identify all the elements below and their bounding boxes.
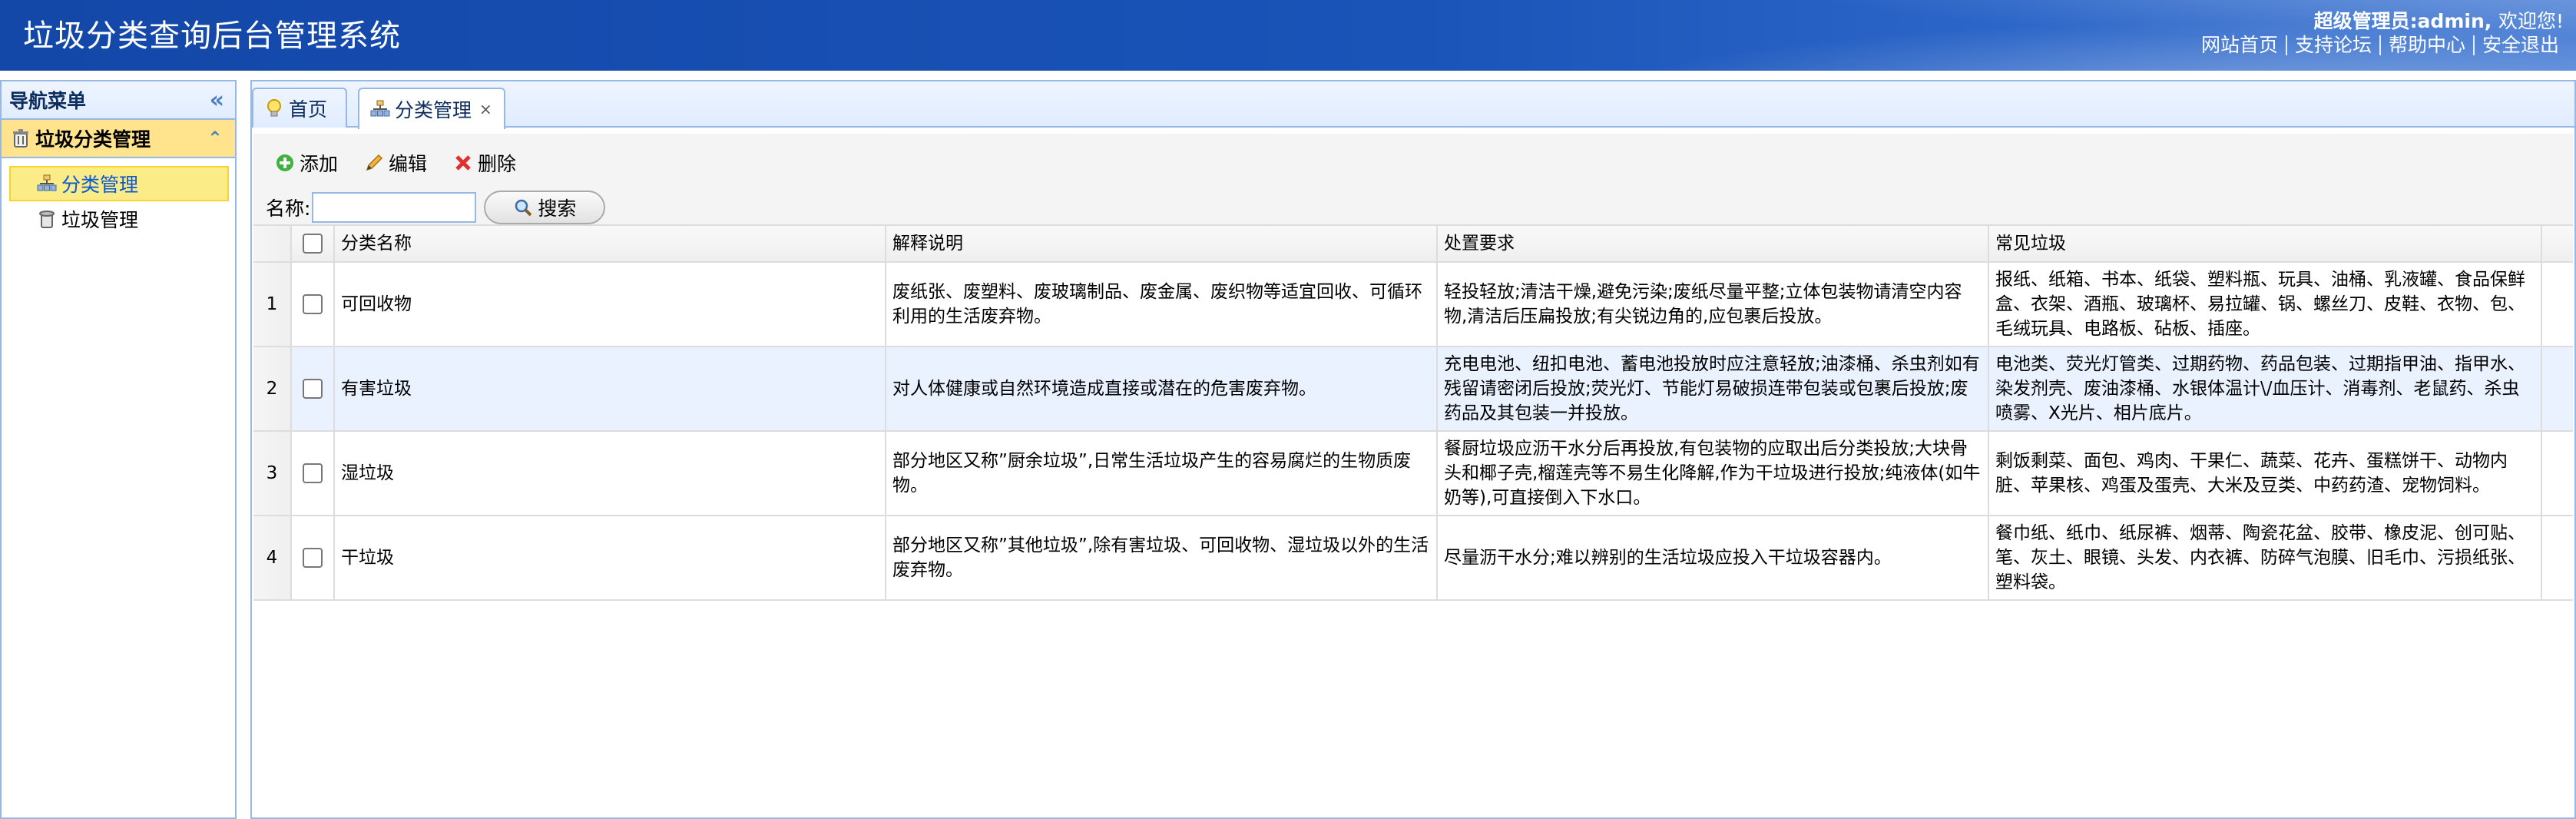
delete-label: 删除	[478, 153, 517, 175]
table-row[interactable]: 1 可回收物 废纸张、废塑料、废玻璃制品、废金属、废织物等适宜回收、可循环利用的…	[253, 263, 2573, 347]
cell-name: 湿垃圾	[335, 432, 886, 515]
nav-tree: 分类管理 垃圾管理	[2, 158, 235, 237]
column-header-description[interactable]: 解释说明	[886, 226, 1438, 261]
user-role: 超级管理员:admin,	[2313, 10, 2492, 32]
tab-category-management[interactable]: 分类管理 ×	[358, 88, 505, 129]
search-label: 搜索	[538, 197, 577, 220]
help-link[interactable]: 帮助中心	[2379, 35, 2473, 55]
cell-common: 报纸、纸箱、书本、纸袋、塑料瓶、玩具、油桶、乳液罐、食品保鲜盒、衣架、酒瓶、玻璃…	[1989, 263, 2542, 346]
edit-button[interactable]: 编辑	[364, 149, 427, 177]
pencil-icon	[364, 153, 384, 173]
cell-description: 废纸张、废塑料、废玻璃制品、废金属、废织物等适宜回收、可循环利用的生活废弃物。	[886, 263, 1438, 346]
row-number: 1	[253, 263, 292, 346]
sidebar-item-label: 分类管理	[61, 174, 139, 196]
name-search-input[interactable]	[312, 192, 477, 223]
nav-sidebar: 导航菜单 « 垃圾分类管理 ⌃ 分类管理 垃圾管理	[0, 80, 237, 819]
row-checkbox-cell	[292, 432, 335, 515]
column-header-requirement[interactable]: 处置要求	[1438, 226, 1989, 261]
row-number: 2	[253, 347, 292, 430]
row-checkbox[interactable]	[303, 379, 323, 399]
cell-name: 干垃圾	[335, 516, 886, 599]
sidebar-item-category[interactable]: 分类管理	[9, 166, 229, 201]
category-grid: 分类名称 解释说明 处置要求 常见垃圾 1 可回收物 废纸张、废塑料、废玻璃制品…	[253, 226, 2573, 601]
tab-label: 首页	[289, 98, 328, 121]
row-checkbox-cell	[292, 347, 335, 430]
cell-common: 电池类、荧光灯管类、过期药物、药品包装、过期指甲油、指甲水、染发剂壳、废油漆桶、…	[1989, 347, 2542, 430]
add-icon	[275, 153, 295, 173]
main-panel: 首页 分类管理 × 添加 编辑 删除 名称: 搜索 分类名称 解释说明 处置要求…	[250, 80, 2576, 819]
column-header-common[interactable]: 常见垃圾	[1989, 226, 2542, 261]
logout-link[interactable]: 安全退出	[2472, 35, 2567, 55]
cell-description: 部分地区又称”厨余垃圾”,日常生活垃圾产生的容易腐烂的生物质废物。	[886, 432, 1438, 515]
app-header: 垃圾分类查询后台管理系统 超级管理员:admin, 欢迎您! 网站首页 支持论坛…	[0, 0, 2576, 71]
delete-button[interactable]: 删除	[453, 149, 516, 177]
welcome-text: 欢迎您!	[2498, 10, 2564, 32]
sidebar-title: 导航菜单	[9, 90, 87, 112]
close-tab-icon[interactable]: ×	[479, 100, 492, 118]
search-icon	[513, 197, 533, 217]
user-greeting: 超级管理员:admin, 欢迎您!	[2314, 6, 2564, 34]
category-icon	[370, 99, 390, 119]
table-row[interactable]: 4 干垃圾 部分地区又称”其他垃圾”,除有害垃圾、可回收物、湿垃圾以外的生活废弃…	[253, 516, 2573, 601]
category-icon	[37, 174, 57, 194]
row-number-header	[253, 226, 292, 261]
home-link[interactable]: 网站首页	[2194, 35, 2286, 55]
cell-name: 可回收物	[335, 263, 886, 346]
row-number: 4	[253, 516, 292, 599]
row-number: 3	[253, 432, 292, 515]
bulb-icon	[264, 98, 284, 118]
accordion-toggle-icon[interactable]: ⌃	[207, 128, 223, 149]
accordion-label: 垃圾分类管理	[35, 128, 151, 151]
tab-home[interactable]: 首页	[252, 88, 347, 128]
select-all-cell	[292, 226, 335, 261]
app-title: 垃圾分类查询后台管理系统	[23, 18, 401, 54]
add-button[interactable]: 添加	[275, 149, 338, 177]
cell-common: 餐巾纸、纸巾、纸尿裤、烟蒂、陶瓷花盆、胶带、橡皮泥、创可贴、笔、灰土、眼镜、头发…	[1989, 516, 2542, 599]
table-row[interactable]: 3 湿垃圾 部分地区又称”厨余垃圾”,日常生活垃圾产生的容易腐烂的生物质废物。 …	[253, 432, 2573, 516]
forum-link[interactable]: 支持论坛	[2285, 35, 2379, 55]
trash-can-icon	[37, 209, 57, 229]
cell-requirement: 充电电池、纽扣电池、蓄电池投放时应注意轻放;油漆桶、杀虫剂如有残留请密闭后投放;…	[1438, 347, 1989, 430]
column-header-name[interactable]: 分类名称	[335, 226, 886, 261]
search-row: 名称: 搜索	[266, 191, 606, 224]
cell-requirement: 餐厨垃圾应沥干水分后再投放,有包装物的应取出后分类投放;大块骨头和椰子壳,榴莲壳…	[1438, 432, 1989, 515]
toolbar-buttons: 添加 编辑 删除	[275, 149, 542, 177]
row-checkbox-cell	[292, 263, 335, 346]
row-checkbox[interactable]	[303, 463, 323, 483]
row-checkbox-cell	[292, 516, 335, 599]
sidebar-item-garbage[interactable]: 垃圾管理	[2, 201, 235, 237]
row-checkbox[interactable]	[303, 548, 323, 568]
search-button[interactable]: 搜索	[484, 191, 606, 224]
name-label: 名称:	[266, 197, 311, 220]
sidebar-item-label: 垃圾管理	[61, 209, 139, 231]
cell-description: 对人体健康或自然环境造成直接或潜在的危害废弃物。	[886, 347, 1438, 430]
accordion-garbage-management[interactable]: 垃圾分类管理 ⌃	[2, 120, 235, 158]
row-checkbox[interactable]	[303, 294, 323, 314]
toolbar: 添加 编辑 删除 名称: 搜索	[253, 134, 2573, 226]
cell-requirement: 尽量沥干水分;难以辨别的生活垃圾应投入干垃圾容器内。	[1438, 516, 1989, 599]
delete-icon	[453, 153, 473, 173]
sidebar-header: 导航菜单 «	[2, 81, 235, 120]
tab-bar: 首页 分类管理 ×	[252, 81, 2574, 129]
tab-label: 分类管理	[395, 99, 472, 121]
grid-header: 分类名称 解释说明 处置要求 常见垃圾	[253, 226, 2573, 263]
cell-requirement: 轻投轻放;清洁干燥,避免污染;废纸尽量平整;立体包装物请清空内容物,清洁后压扁投…	[1438, 263, 1989, 346]
edit-label: 编辑	[389, 153, 428, 175]
select-all-checkbox[interactable]	[303, 234, 323, 254]
trash-icon	[11, 128, 31, 148]
collapse-sidebar-icon[interactable]: «	[210, 89, 224, 112]
cell-common: 剩饭剩菜、面包、鸡肉、干果仁、蔬菜、花卉、蛋糕饼干、动物内脏、苹果核、鸡蛋及蛋壳…	[1989, 432, 2542, 515]
top-links: 网站首页 支持论坛 帮助中心 安全退出	[2194, 35, 2567, 55]
table-row[interactable]: 2 有害垃圾 对人体健康或自然环境造成直接或潜在的危害废弃物。 充电电池、纽扣电…	[253, 347, 2573, 432]
cell-name: 有害垃圾	[335, 347, 886, 430]
cell-description: 部分地区又称”其他垃圾”,除有害垃圾、可回收物、湿垃圾以外的生活废弃物。	[886, 516, 1438, 599]
add-label: 添加	[300, 153, 339, 175]
